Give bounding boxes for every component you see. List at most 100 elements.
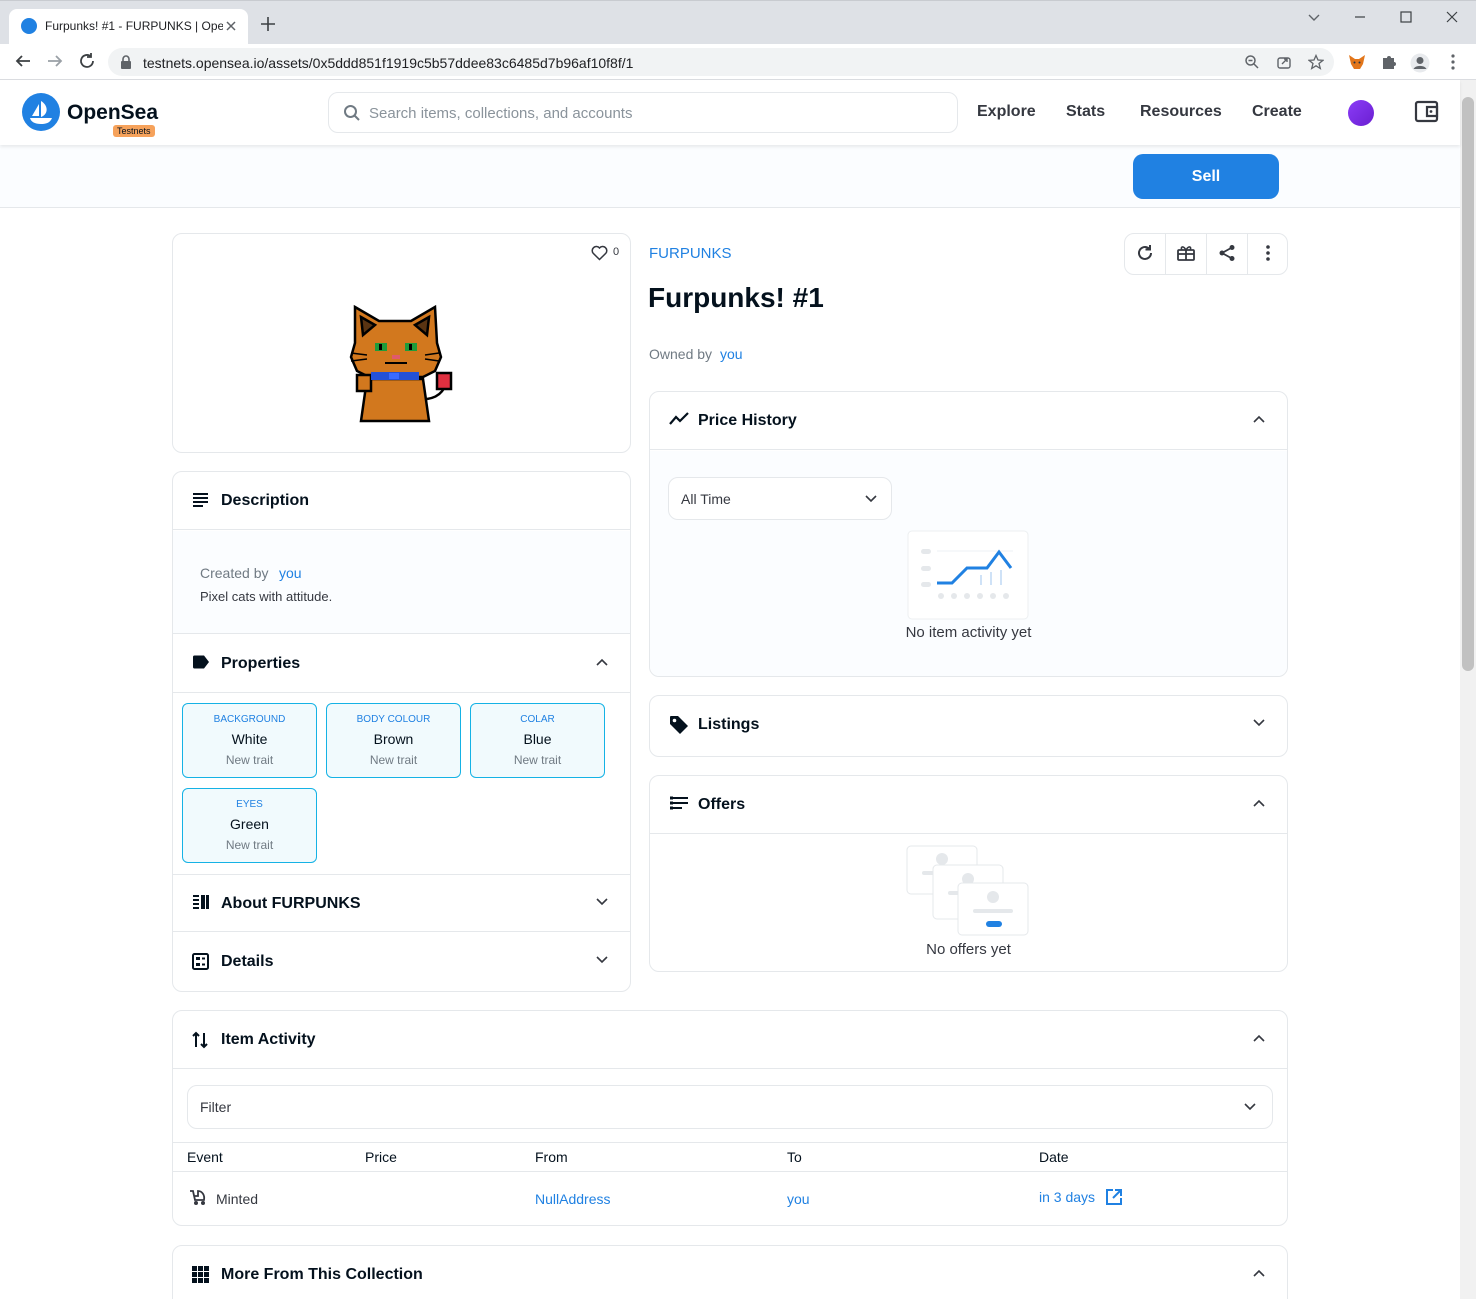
table-row: Minted NullAddress you in 3 days bbox=[173, 1172, 1287, 1225]
swap-arrows-icon bbox=[192, 1031, 208, 1049]
filter-label: Filter bbox=[200, 1099, 232, 1115]
external-link-icon[interactable] bbox=[1105, 1188, 1123, 1206]
browser-toolbar: testnets.opensea.io/assets/0x5ddd851f191… bbox=[0, 44, 1476, 80]
trait-rarity: New trait bbox=[513, 753, 562, 767]
trait-card[interactable]: COLAR Blue New trait bbox=[470, 703, 605, 778]
owner-link[interactable]: you bbox=[720, 346, 743, 362]
chevron-down-icon[interactable] bbox=[1253, 719, 1265, 727]
activity-table-header: Event Price From To Date bbox=[173, 1142, 1287, 1172]
wallet-icon[interactable] bbox=[1414, 100, 1439, 123]
chevron-up-icon[interactable] bbox=[1253, 1034, 1265, 1042]
collection-link[interactable]: FURPUNKS bbox=[649, 245, 732, 262]
maximize-icon[interactable] bbox=[1398, 9, 1414, 25]
profile-icon[interactable] bbox=[1410, 53, 1430, 73]
address-bar[interactable]: testnets.opensea.io/assets/0x5ddd851f191… bbox=[108, 48, 1334, 76]
page-scrollbar[interactable] bbox=[1460, 80, 1476, 1299]
more-options-button[interactable] bbox=[1248, 234, 1289, 274]
column-header-to: To bbox=[787, 1149, 802, 1165]
tab-search-chevron-icon[interactable] bbox=[1306, 9, 1322, 25]
chevron-down-icon[interactable] bbox=[596, 898, 608, 906]
activity-filter-select[interactable]: Filter bbox=[187, 1085, 1273, 1129]
forward-arrow-icon[interactable] bbox=[46, 52, 64, 70]
browser-tab[interactable]: Furpunks! #1 - FURPUNKS | OpenSea bbox=[9, 9, 248, 45]
trending-line-icon bbox=[669, 412, 689, 425]
about-collection-header[interactable]: About FURPUNKS bbox=[173, 874, 630, 932]
tag-label-icon bbox=[193, 655, 209, 669]
nav-stats[interactable]: Stats bbox=[1066, 103, 1105, 121]
back-arrow-icon[interactable] bbox=[14, 52, 32, 70]
metamask-fox-icon[interactable] bbox=[1348, 53, 1366, 71]
properties-header[interactable]: Properties bbox=[173, 635, 630, 693]
chevron-up-icon[interactable] bbox=[1253, 415, 1265, 423]
to-address-link[interactable]: you bbox=[787, 1191, 810, 1207]
browser-menu-icon[interactable] bbox=[1446, 53, 1460, 71]
time-range-select[interactable]: All Time bbox=[668, 477, 892, 520]
trait-value: Brown bbox=[373, 731, 414, 747]
grid-icon bbox=[192, 1266, 209, 1283]
minimize-icon[interactable] bbox=[1352, 9, 1368, 25]
trait-card[interactable]: BACKGROUND White New trait bbox=[182, 703, 317, 778]
details-grid-icon bbox=[192, 953, 209, 970]
offers-title: Offers bbox=[698, 796, 746, 813]
price-history-header[interactable]: Price History bbox=[650, 392, 1287, 450]
description-header[interactable]: Description bbox=[173, 472, 630, 530]
more-from-collection-header[interactable]: More From This Collection bbox=[173, 1246, 1287, 1299]
sell-button[interactable]: Sell bbox=[1133, 154, 1279, 199]
trait-value: White bbox=[231, 731, 268, 747]
trait-rarity: New trait bbox=[225, 753, 274, 767]
offers-list-icon bbox=[670, 796, 688, 810]
transfer-button[interactable] bbox=[1166, 234, 1207, 274]
chevron-up-icon[interactable] bbox=[1253, 799, 1265, 807]
new-tab-icon[interactable] bbox=[260, 16, 276, 32]
search-icon bbox=[344, 105, 360, 121]
trait-card[interactable]: EYES Green New trait bbox=[182, 788, 317, 863]
time-range-value: All Time bbox=[681, 491, 731, 507]
offers-header[interactable]: Offers bbox=[650, 776, 1287, 834]
column-header-price: Price bbox=[365, 1149, 397, 1165]
zoom-icon[interactable] bbox=[1244, 54, 1260, 70]
event-date-link[interactable]: in 3 days bbox=[1039, 1189, 1095, 1205]
trait-rarity: New trait bbox=[369, 753, 418, 767]
nav-resources[interactable]: Resources bbox=[1140, 103, 1222, 121]
created-by-label: Created by bbox=[200, 565, 269, 581]
column-header-event: Event bbox=[187, 1149, 223, 1165]
description-lines-icon bbox=[193, 493, 208, 507]
chevron-up-icon[interactable] bbox=[1253, 1269, 1265, 1277]
item-activity-panel: Item Activity Filter Event Price From To… bbox=[172, 1010, 1288, 1226]
from-address-link[interactable]: NullAddress bbox=[535, 1191, 610, 1207]
chevron-down-icon[interactable] bbox=[596, 956, 608, 964]
favorite-count: 0 bbox=[613, 246, 620, 258]
listings-panel: Listings bbox=[649, 695, 1288, 757]
search-input[interactable] bbox=[369, 101, 929, 125]
extensions-puzzle-icon[interactable] bbox=[1380, 53, 1398, 71]
share-page-icon[interactable] bbox=[1276, 54, 1292, 70]
favorite-heart-icon[interactable] bbox=[591, 245, 608, 261]
opensea-logo-icon[interactable] bbox=[22, 93, 60, 131]
details-header[interactable]: Details bbox=[173, 933, 630, 991]
brand-name[interactable]: OpenSea bbox=[67, 101, 158, 125]
listings-title: Listings bbox=[698, 716, 760, 733]
trait-card[interactable]: BODY COLOUR Brown New trait bbox=[326, 703, 461, 778]
nav-explore[interactable]: Explore bbox=[977, 103, 1036, 121]
lock-icon[interactable] bbox=[120, 55, 132, 69]
share-button[interactable] bbox=[1207, 234, 1248, 274]
chevron-up-icon[interactable] bbox=[596, 658, 608, 666]
gift-icon bbox=[1177, 246, 1195, 261]
column-header-date: Date bbox=[1039, 1149, 1069, 1165]
close-tab-icon[interactable] bbox=[224, 19, 238, 33]
listings-header[interactable]: Listings bbox=[650, 696, 1287, 756]
description-body: Created by you Pixel cats with attitude. bbox=[173, 531, 630, 634]
refresh-metadata-button[interactable] bbox=[1125, 234, 1166, 274]
reload-icon[interactable] bbox=[78, 52, 96, 70]
scrollbar-thumb[interactable] bbox=[1462, 97, 1474, 671]
item-activity-header[interactable]: Item Activity bbox=[173, 1011, 1287, 1069]
close-window-icon[interactable] bbox=[1444, 9, 1460, 25]
pixel-cat-nft-image[interactable] bbox=[349, 303, 457, 426]
bookmark-star-icon[interactable] bbox=[1308, 54, 1324, 70]
testnets-badge: Testnets bbox=[113, 125, 155, 137]
account-avatar[interactable] bbox=[1348, 100, 1374, 126]
search-box[interactable] bbox=[328, 92, 958, 133]
nav-create[interactable]: Create bbox=[1252, 103, 1302, 121]
creator-link[interactable]: you bbox=[279, 565, 302, 581]
details-title: Details bbox=[221, 953, 274, 970]
